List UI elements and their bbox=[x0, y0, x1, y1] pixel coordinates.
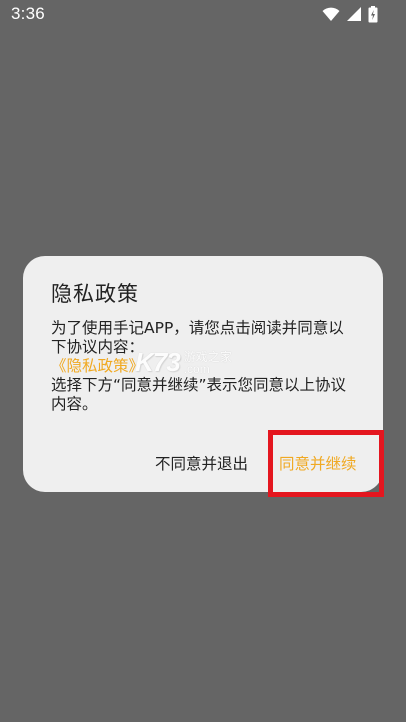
privacy-dialog: 隐私政策 为了使用手记APP，请您点击阅读并同意以 下协议内容： 《隐私政策》 … bbox=[23, 256, 383, 492]
agree-continue-button[interactable]: 同意并继续 bbox=[279, 452, 357, 474]
disagree-exit-button[interactable]: 不同意并退出 bbox=[155, 452, 248, 474]
dialog-body-line-1: 为了使用手记APP，请您点击阅读并同意以 bbox=[51, 319, 344, 337]
dialog-body-line-2: 下协议内容： bbox=[51, 338, 145, 356]
status-time: 3:36 bbox=[11, 4, 45, 23]
battery-charging-icon bbox=[368, 5, 378, 23]
status-icons bbox=[322, 5, 378, 23]
status-bar: 3:36 bbox=[0, 0, 406, 28]
dialog-body-line-4: 内容。 bbox=[51, 395, 98, 413]
dialog-body-line-3: 选择下方“同意并继续”表示您同意以上协议 bbox=[51, 376, 347, 394]
cellular-signal-icon bbox=[346, 6, 362, 22]
dialog-title: 隐私政策 bbox=[51, 282, 139, 306]
wifi-icon bbox=[322, 6, 340, 22]
privacy-policy-link[interactable]: 《隐私政策》 bbox=[51, 357, 144, 375]
dialog-body: 为了使用手记APP，请您点击阅读并同意以 下协议内容： 《隐私政策》 选择下方“… bbox=[51, 319, 367, 414]
